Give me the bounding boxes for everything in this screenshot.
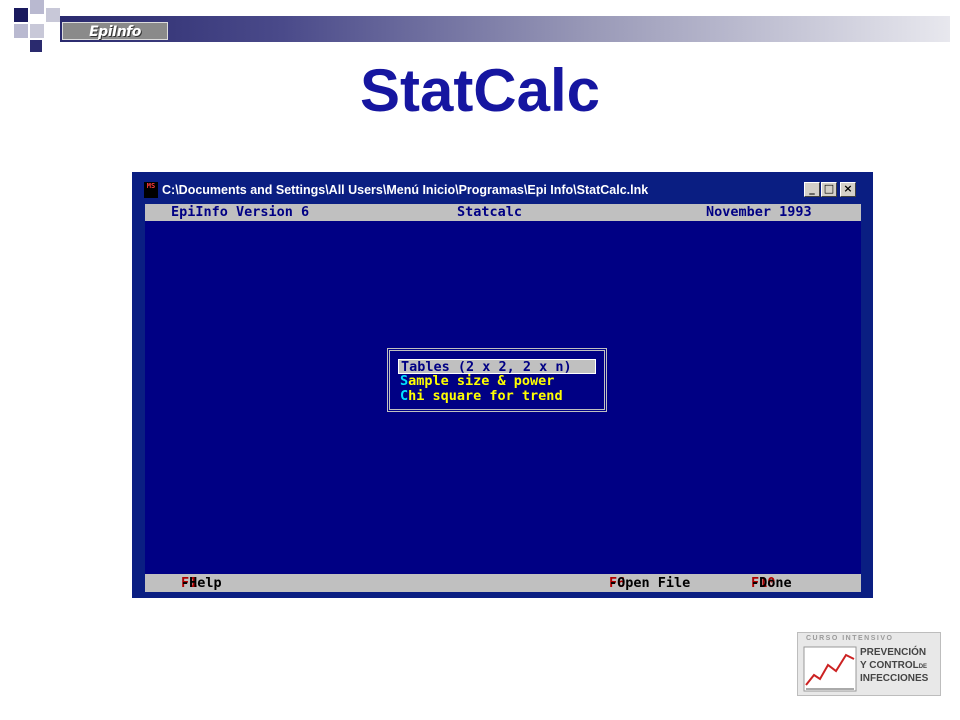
done-label: -Done	[751, 575, 792, 591]
logo-line-1: PREVENCIÓN	[860, 647, 927, 658]
decoration-square	[30, 0, 44, 14]
slide-title: StatCalc	[359, 57, 601, 124]
close-button[interactable]: ×	[840, 182, 856, 197]
trend-chart-icon	[803, 646, 857, 692]
epiinfo-logo-badge: EpiInfo	[62, 22, 168, 40]
menu-item-chi-square[interactable]: Chi square for trend	[400, 389, 563, 404]
menu-item-label: hi square for trend	[408, 388, 563, 404]
hotkey-letter: S	[400, 373, 409, 389]
logo-line-2-text: Y CONTROL	[860, 660, 919, 671]
decoration-square	[46, 8, 60, 22]
console-screen: EpiInfo Version 6 Statcalc November 1993…	[145, 204, 861, 592]
course-logo: CURSO INTENSIVO PREVENCIÓN Y CONTROLDE I…	[797, 632, 941, 696]
program-version: EpiInfo Version 6	[171, 204, 310, 220]
msdos-icon[interactable]: MS	[144, 182, 158, 198]
program-name: Statcalc	[457, 204, 523, 220]
window-titlebar[interactable]: MS C:\Documents and Settings\All Users\M…	[140, 180, 860, 200]
minimize-button[interactable]: _	[804, 182, 820, 197]
help-label: -Help	[181, 575, 222, 591]
logo-line-2-small: DE	[918, 664, 928, 670]
program-date: November 1993	[706, 204, 812, 220]
decoration-square	[14, 8, 28, 22]
open-file-label: -Open File	[609, 575, 691, 591]
menu-item-label: ample size & power	[408, 373, 555, 389]
logo-line-2: Y CONTROLDE	[860, 660, 927, 671]
logo-line-3: INFECCIONES	[860, 673, 929, 684]
menu-item-sample-size[interactable]: Sample size & power	[400, 374, 554, 389]
decoration-square	[14, 24, 28, 38]
menu-item-tables[interactable]: Tables (2 x 2, 2 x n)	[398, 359, 596, 375]
maximize-button[interactable]: □	[821, 182, 837, 197]
hotkey-letter: C	[400, 388, 409, 404]
header-bar	[60, 16, 950, 42]
console-header: EpiInfo Version 6 Statcalc November 1993	[145, 204, 861, 221]
logo-course-label: CURSO INTENSIVO	[806, 635, 894, 642]
window-title: C:\Documents and Settings\All Users\Menú…	[162, 183, 649, 197]
decoration-square	[30, 24, 44, 38]
main-menu: Tables (2 x 2, 2 x n) Sample size & powe…	[387, 348, 607, 412]
dos-window: MS C:\Documents and Settings\All Users\M…	[132, 172, 873, 598]
console-footer: F1 -Help F6 -Open File F10 -Done	[145, 574, 861, 592]
decoration-square	[30, 40, 42, 52]
